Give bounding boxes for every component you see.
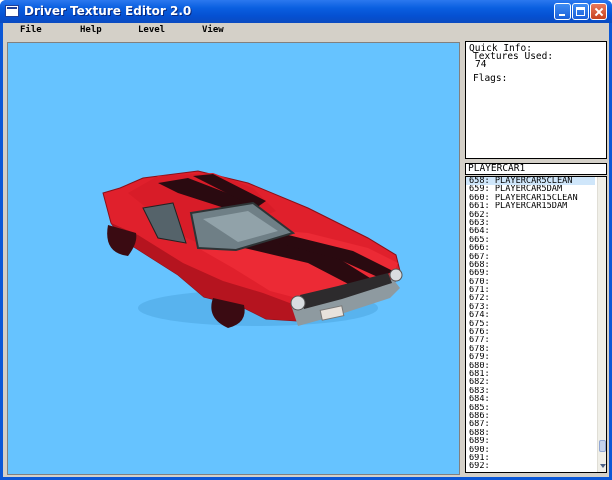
menu-view[interactable]: View xyxy=(202,25,224,35)
texture-list-item[interactable]: 684: xyxy=(466,395,597,403)
texture-list-item[interactable]: 661: PLAYERCAR15DAM xyxy=(466,202,597,210)
texture-list[interactable]: 658: PLAYERCAR5CLEAN 659: PLAYERCAR5DAM 66… xyxy=(465,176,607,473)
menu-bar: File Help Level View xyxy=(3,23,609,39)
texture-list-item[interactable]: 666: xyxy=(466,244,597,252)
texture-list-item[interactable]: 692: xyxy=(466,462,597,470)
texture-list-item[interactable]: 675: xyxy=(466,320,597,328)
client-area: File Help Level View Quick Info: Texture… xyxy=(3,23,609,477)
texture-list-item[interactable]: 683: xyxy=(466,387,597,395)
close-button[interactable] xyxy=(590,3,607,20)
minimize-button[interactable] xyxy=(554,3,571,20)
texture-list-item[interactable]: 676: xyxy=(466,328,597,336)
texture-list-item[interactable]: 672: xyxy=(466,294,597,302)
texture-list-item[interactable]: 664: xyxy=(466,227,597,235)
texture-list-item[interactable]: 658: PLAYERCAR5CLEAN xyxy=(466,177,595,186)
quick-info-panel: Quick Info: Textures Used: 74 Flags: xyxy=(465,41,607,159)
list-scrollbar[interactable] xyxy=(597,177,606,472)
3d-viewport[interactable] xyxy=(7,42,460,475)
texture-list-item[interactable]: 660: PLAYERCAR15CLEAN xyxy=(466,194,597,202)
flags-label: Flags: xyxy=(473,73,508,84)
texture-list-item[interactable]: 668: xyxy=(466,261,597,269)
texture-list-item[interactable]: 681: xyxy=(466,370,597,378)
window-title: Driver Texture Editor 2.0 xyxy=(24,4,192,18)
texture-list-item[interactable]: 669: xyxy=(466,269,597,277)
textures-used-value: 74 xyxy=(475,59,487,70)
texture-list-item[interactable]: 677: xyxy=(466,336,597,344)
texture-name-field[interactable]: PLAYERCAR1 xyxy=(465,163,607,175)
texture-list-item[interactable]: 659: PLAYERCAR5DAM xyxy=(466,185,597,193)
texture-list-item[interactable]: 690: xyxy=(466,446,597,454)
texture-list-item[interactable]: 689: xyxy=(466,437,597,445)
texture-list-item[interactable]: 687: xyxy=(466,420,597,428)
texture-list-item[interactable]: 665: xyxy=(466,236,597,244)
texture-list-item[interactable]: 691: xyxy=(466,454,597,462)
maximize-button[interactable] xyxy=(572,3,589,20)
menu-help[interactable]: Help xyxy=(80,25,102,35)
texture-list-item[interactable]: 674: xyxy=(466,311,597,319)
scroll-down-arrow-icon[interactable] xyxy=(598,461,606,471)
app-window: Driver Texture Editor 2.0 File Help Leve… xyxy=(0,0,612,480)
texture-list-item[interactable]: 688: xyxy=(466,429,597,437)
menu-file[interactable]: File xyxy=(20,25,42,35)
texture-list-item[interactable]: 678: xyxy=(466,345,597,353)
texture-list-item[interactable]: 680: xyxy=(466,362,597,370)
menu-level[interactable]: Level xyxy=(138,25,165,35)
texture-list-item[interactable]: 682: xyxy=(466,378,597,386)
texture-list-item[interactable]: 673: xyxy=(466,303,597,311)
car-model-render xyxy=(102,170,403,328)
texture-list-item[interactable]: 671: xyxy=(466,286,597,294)
texture-list-item[interactable]: 667: xyxy=(466,253,597,261)
texture-list-item[interactable]: 670: xyxy=(466,278,597,286)
texture-list-item[interactable]: 685: xyxy=(466,404,597,412)
headlight-left xyxy=(290,295,306,311)
app-icon xyxy=(5,5,19,17)
scrollbar-thumb[interactable] xyxy=(599,440,606,452)
texture-list-item[interactable]: 686: xyxy=(466,412,597,420)
texture-list-item[interactable]: 662: xyxy=(466,211,597,219)
headlight-right xyxy=(389,268,403,282)
texture-list-item[interactable]: 663: xyxy=(466,219,597,227)
texture-list-item[interactable]: 679: xyxy=(466,353,597,361)
title-bar[interactable]: Driver Texture Editor 2.0 xyxy=(0,0,612,23)
texture-list-items: 658: PLAYERCAR5CLEAN 659: PLAYERCAR5DAM 66… xyxy=(466,177,597,471)
